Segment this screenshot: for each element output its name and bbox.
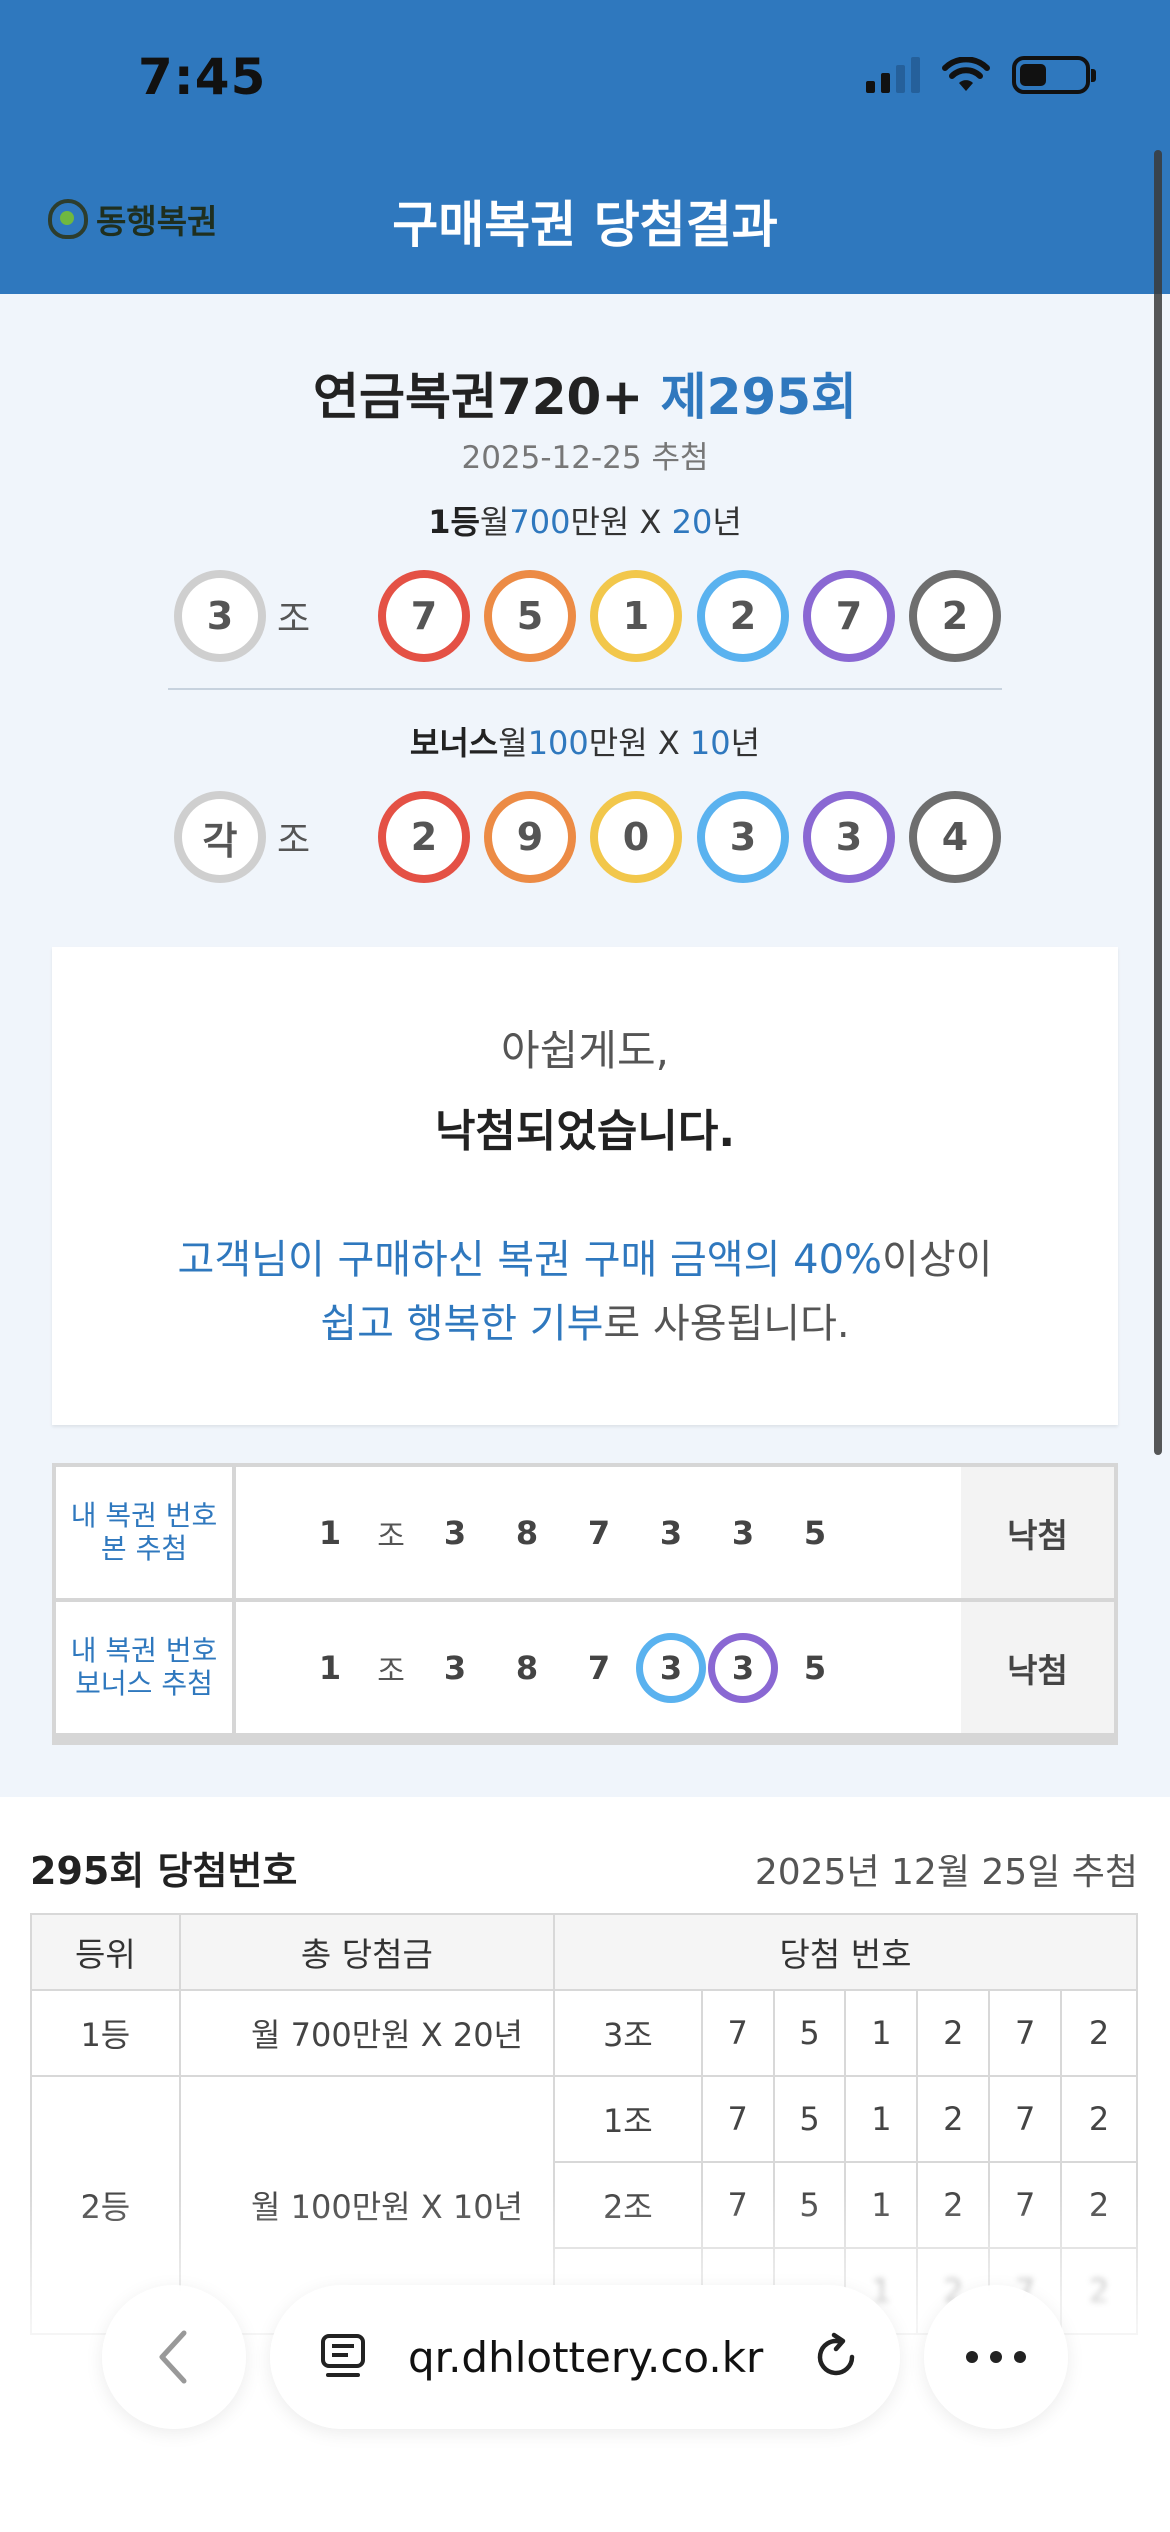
number-ball: 7 <box>803 570 895 662</box>
lottery-name: 연금복권720+ <box>312 368 661 426</box>
cell-number: 2 <box>916 1989 991 2077</box>
my-group-label: 조 <box>377 1518 405 1554</box>
cell-prize: 월 700만원 X 20년 <box>178 1989 556 2077</box>
my-number: 8 <box>515 1513 539 1552</box>
my-number: 8 <box>515 1648 539 1687</box>
message-line-1: 아쉽게도, <box>501 1026 669 1075</box>
cell-number: 2 <box>1060 2075 1138 2163</box>
my-group-number: 1 <box>318 1513 342 1552</box>
draw-date: 2025-12-25 추첨 <box>461 440 709 476</box>
cell-number: 7 <box>988 2075 1063 2163</box>
battery-icon <box>1012 56 1096 94</box>
my-number-matched: 3 <box>708 1602 778 1733</box>
header-numbers: 당첨 번호 <box>553 1913 1138 1991</box>
page-menu-icon <box>321 2334 365 2377</box>
my-number: 5 <box>803 1513 827 1552</box>
cell-number: 5 <box>772 2075 847 2163</box>
signal-icon <box>866 57 920 93</box>
header-prize: 총 당첨금 <box>178 1913 556 1991</box>
my-number: 3 <box>443 1648 467 1687</box>
my-group-label: 조 <box>377 1653 405 1689</box>
back-button[interactable] <box>102 2285 246 2429</box>
cell-number: 5 <box>772 1989 847 2077</box>
url-text[interactable]: qr.dhlottery.co.kr <box>408 2333 763 2382</box>
message-line-3: 고객님이 구매하신 복권 구매 금액의 40%이상이 <box>177 1237 993 1283</box>
my-number: 7 <box>587 1648 611 1687</box>
number-ball: 3 <box>697 791 789 883</box>
cell-group: 3조 <box>553 1989 703 2077</box>
winning-table-title: 295회 당첨번호 <box>30 1849 298 1893</box>
more-dot-icon <box>990 2351 1002 2363</box>
row-label: 내 복권 번호 본 추첨 <box>56 1467 232 1598</box>
row-label: 내 복권 번호 보너스 추첨 <box>56 1602 232 1733</box>
page-title: 구매복권 당첨결과 <box>392 196 778 254</box>
my-number: 3 <box>659 1513 683 1552</box>
header-rank: 등위 <box>30 1913 181 1991</box>
draw-round: 제295회 <box>660 368 858 426</box>
number-ball: 2 <box>378 791 470 883</box>
table-header-row: 등위 총 당첨금 당첨 번호 <box>30 1913 1138 1991</box>
group-label: 조 <box>277 599 311 640</box>
cell-number: 7 <box>700 1989 775 2077</box>
table-row: 2등 월 100만원 X 10년 1조 7 5 1 2 7 2 <box>30 2075 1138 2335</box>
cell-number: 7 <box>988 1989 1063 2077</box>
number-ball: 2 <box>697 570 789 662</box>
more-dot-icon <box>966 2351 978 2363</box>
my-group-number: 1 <box>318 1648 342 1687</box>
first-prize-balls: 3 조 7 5 1 2 7 2 <box>0 570 1170 662</box>
table-row: 1등 월 700만원 X 20년 3조 7 5 1 2 7 2 <box>30 1989 1138 2077</box>
my-number-matched: 3 <box>636 1602 706 1733</box>
my-number: 5 <box>803 1648 827 1687</box>
my-number: 3 <box>443 1513 467 1552</box>
bonus-prize-balls: 각 조 2 9 0 3 3 4 <box>0 791 1170 883</box>
cell-group: 1조 <box>553 2075 703 2163</box>
cell-number: 1 <box>844 2075 919 2163</box>
status-time: 7:45 <box>138 48 267 106</box>
number-ball: 3 <box>803 791 895 883</box>
cell-number: 7 <box>700 2075 775 2163</box>
cell-number: 1 <box>844 1989 919 2077</box>
cell-rank: 1등 <box>30 1989 181 2077</box>
my-number: 7 <box>587 1513 611 1552</box>
status-icons <box>866 56 1096 94</box>
my-number: 3 <box>731 1513 755 1552</box>
number-ball: 9 <box>484 791 576 883</box>
number-ball: 5 <box>484 570 576 662</box>
header-bar: 7:45 동행복권 구매복권 당첨결과 <box>0 0 1170 294</box>
my-numbers: 1 조 3 8 7 3 3 5 <box>236 1602 961 1733</box>
chevron-left-icon <box>159 2330 187 2384</box>
my-numbers: 1 조 3 8 7 3 3 5 <box>236 1467 961 1598</box>
cell-number: 2 <box>916 2075 991 2163</box>
first-prize-line: 1등월700만원 X 20년 <box>428 503 742 541</box>
result-message-card: 아쉽게도, 낙첨되었습니다. 고객님이 구매하신 복권 구매 금액의 40%이상… <box>52 947 1118 1425</box>
draw-title: 연금복권720+ 제295회 <box>0 357 1170 429</box>
address-bar[interactable]: qr.dhlottery.co.kr <box>270 2285 900 2429</box>
my-ticket-row-main: 내 복권 번호 본 추첨 1 조 3 8 7 3 3 5 낙첨 <box>56 1467 1114 1598</box>
group-ball: 3 <box>174 570 266 662</box>
my-ticket-table: 내 복권 번호 본 추첨 1 조 3 8 7 3 3 5 낙첨 내 복권 번호 보너… <box>52 1463 1118 1745</box>
result-status: 낙첨 <box>961 1467 1114 1598</box>
wifi-icon <box>942 57 990 91</box>
group-ball: 각 <box>174 791 266 883</box>
result-status: 낙첨 <box>961 1602 1114 1733</box>
my-ticket-row-bonus: 내 복권 번호 보너스 추첨 1 조 3 8 7 3 3 5 낙첨 <box>56 1602 1114 1733</box>
more-dot-icon <box>1014 2351 1026 2363</box>
number-ball: 7 <box>378 570 470 662</box>
message-result: 낙첨되었습니다. <box>434 1106 736 1157</box>
reload-icon[interactable] <box>810 2331 862 2383</box>
divider <box>168 688 1002 690</box>
number-ball: 4 <box>909 791 1001 883</box>
group-label: 조 <box>277 820 311 861</box>
number-ball: 1 <box>590 570 682 662</box>
cell-number: 2 <box>1060 1989 1138 2077</box>
number-ball: 2 <box>909 570 1001 662</box>
more-button[interactable] <box>924 2285 1068 2429</box>
number-ball: 0 <box>590 791 682 883</box>
bonus-prize-line: 보너스월100만원 X 10년 <box>409 724 761 762</box>
message-line-4: 쉽고 행복한 기부로 사용됩니다. <box>320 1301 850 1347</box>
winning-table-date: 2025년 12월 25일 추첨 <box>754 1852 1138 1893</box>
